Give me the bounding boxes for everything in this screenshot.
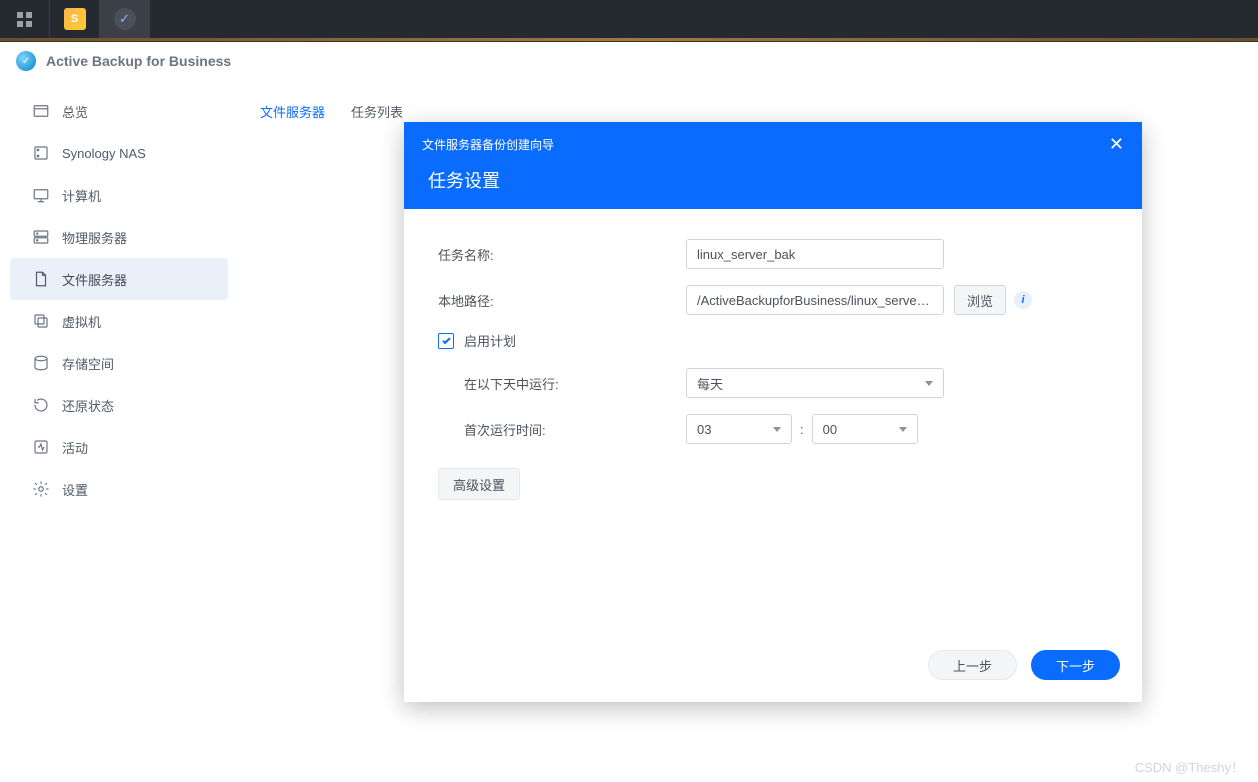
browse-button[interactable]: 浏览 — [954, 285, 1006, 315]
chevron-down-icon — [925, 381, 933, 386]
task-name-label: 任务名称: — [438, 245, 686, 264]
run-days-label: 在以下天中运行: — [438, 374, 686, 393]
sidebar: 总览 Synology NAS 计算机 物理服务器 文件服务器 虚拟机 存储空间 — [0, 80, 238, 782]
sidebar-item-label: 总览 — [62, 102, 88, 121]
overview-icon — [30, 102, 52, 120]
sidebar-item-virtual-machine[interactable]: 虚拟机 — [10, 300, 228, 342]
sidebar-item-synology-nas[interactable]: Synology NAS — [10, 132, 228, 174]
sidebar-item-activity[interactable]: 活动 — [10, 426, 228, 468]
app-title: Active Backup for Business — [46, 53, 231, 69]
gear-icon — [30, 480, 52, 498]
info-icon[interactable]: i — [1014, 291, 1032, 309]
sidebar-item-label: 存储空间 — [62, 354, 114, 373]
sidebar-item-label: 虚拟机 — [62, 312, 101, 331]
tab-label: 文件服务器 — [260, 105, 325, 120]
tab-file-server[interactable]: 文件服务器 — [258, 96, 327, 133]
storage-icon — [30, 354, 52, 372]
minute-value: 00 — [823, 422, 837, 437]
close-icon[interactable]: ✕ — [1109, 134, 1124, 155]
chevron-down-icon — [773, 427, 781, 432]
hour-select[interactable]: 03 — [686, 414, 792, 444]
modal-breadcrumb: 文件服务器备份创建向导 — [422, 136, 554, 153]
modal-footer: 上一步 下一步 — [404, 636, 1142, 702]
file-server-icon — [30, 270, 52, 288]
taskbar-apps-icon[interactable] — [0, 0, 50, 38]
sidebar-item-storage[interactable]: 存储空间 — [10, 342, 228, 384]
sidebar-item-label: 设置 — [62, 480, 88, 499]
sidebar-item-file-server[interactable]: 文件服务器 — [10, 258, 228, 300]
vm-icon — [30, 312, 52, 330]
activity-icon — [30, 438, 52, 456]
sidebar-item-label: 计算机 — [62, 186, 101, 205]
sidebar-item-label: 文件服务器 — [62, 270, 127, 289]
watermark: CSDN @Theshy！ — [1135, 757, 1244, 776]
minute-select[interactable]: 00 — [812, 414, 918, 444]
local-path-input[interactable] — [686, 285, 944, 315]
restore-icon — [30, 396, 52, 414]
taskbar-app-2[interactable]: ✓ — [100, 0, 150, 38]
app-titlebar: ✓ Active Backup for Business — [0, 42, 1258, 80]
wizard-modal: 文件服务器备份创建向导 ✕ 任务设置 任务名称: 本地路径: 浏览 i 启用计划… — [404, 122, 1142, 702]
modal-title: 任务设置 — [422, 167, 1124, 193]
next-button[interactable]: 下一步 — [1031, 650, 1120, 680]
sidebar-item-computer[interactable]: 计算机 — [10, 174, 228, 216]
local-path-label: 本地路径: — [438, 291, 686, 310]
computer-icon — [30, 186, 52, 204]
sidebar-item-label: 物理服务器 — [62, 228, 127, 247]
enable-schedule-label: 启用计划 — [464, 331, 516, 350]
sidebar-item-overview[interactable]: 总览 — [10, 90, 228, 132]
time-colon: : — [800, 422, 804, 437]
run-days-value: 每天 — [697, 374, 723, 393]
taskbar-app-1[interactable]: S — [50, 0, 100, 38]
task-name-input[interactable] — [686, 239, 944, 269]
modal-header: 文件服务器备份创建向导 ✕ 任务设置 — [404, 122, 1142, 209]
run-days-select[interactable]: 每天 — [686, 368, 944, 398]
taskbar: S ✓ — [0, 0, 1258, 38]
sidebar-item-settings[interactable]: 设置 — [10, 468, 228, 510]
enable-schedule-checkbox[interactable] — [438, 333, 454, 349]
tab-label: 任务列表 — [351, 105, 403, 120]
advanced-settings-button[interactable]: 高级设置 — [438, 468, 520, 500]
sidebar-item-label: Synology NAS — [62, 146, 146, 161]
modal-body: 任务名称: 本地路径: 浏览 i 启用计划 在以下天中运行: 每天 首次运行时间… — [404, 209, 1142, 636]
tab-task-list[interactable]: 任务列表 — [349, 96, 405, 133]
nas-icon — [30, 144, 52, 162]
sidebar-item-restore-status[interactable]: 还原状态 — [10, 384, 228, 426]
chevron-down-icon — [899, 427, 907, 432]
previous-button[interactable]: 上一步 — [928, 650, 1017, 680]
sidebar-item-physical-server[interactable]: 物理服务器 — [10, 216, 228, 258]
sidebar-item-label: 还原状态 — [62, 396, 114, 415]
physical-server-icon — [30, 228, 52, 246]
app-logo-icon: ✓ — [16, 51, 36, 71]
sidebar-item-label: 活动 — [62, 438, 88, 457]
hour-value: 03 — [697, 422, 711, 437]
first-run-label: 首次运行时间: — [438, 420, 686, 439]
